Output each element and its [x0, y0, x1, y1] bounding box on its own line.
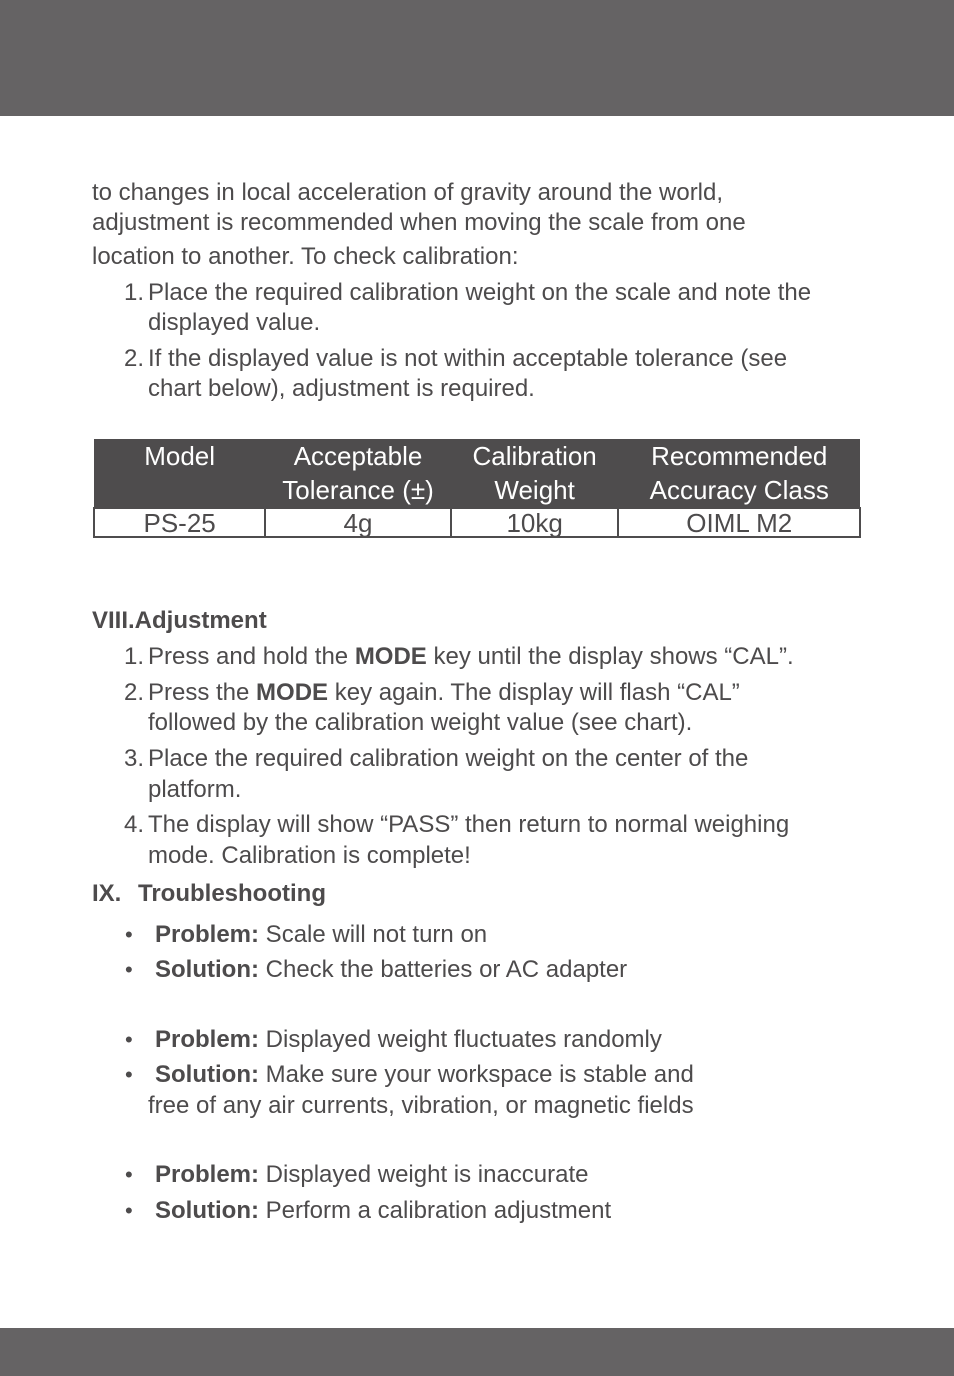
bullet-icon: •: [125, 922, 133, 947]
solution-2-cont: free of any air currents, vibration, or …: [148, 1092, 694, 1119]
table-header-row: Model Acceptable Tolerance (±) Calibratio…: [94, 439, 860, 508]
header-accuracy-class: Recommended Accuracy Class: [618, 439, 860, 508]
intro-line: to changes in local acceleration of grav…: [92, 179, 724, 206]
bullet-icon: •: [125, 1062, 133, 1087]
intro-line: location to another. To check calibratio…: [92, 243, 519, 270]
problem-1: Problem: Scale will not turn on: [155, 921, 488, 948]
bullet-icon: •: [125, 957, 133, 982]
adjust-step-2: Press the MODE key again. The display wi…: [148, 679, 740, 706]
adjust-step-3-cont: platform.: [148, 776, 242, 803]
check-step-1: Place the required calibration weight on…: [148, 279, 812, 306]
step-number: 2.: [124, 345, 145, 372]
header-model: Model: [94, 439, 266, 508]
bullet-icon: •: [125, 1198, 133, 1223]
problem-2: Problem: Displayed weight fluctuates ran…: [155, 1026, 662, 1053]
cell-accuracy-class: OIML M2: [617, 507, 861, 538]
calibration-table: Model Acceptable Tolerance (±) Calibratio…: [92, 439, 861, 538]
bullet-icon: •: [125, 1027, 133, 1052]
problem-3: Problem: Displayed weight is inaccurate: [155, 1161, 589, 1188]
adjust-step-4-cont: mode. Calibration is complete!: [148, 842, 471, 869]
check-step-2-cont: chart below), adjustment is required.: [148, 375, 535, 402]
step-number: 1.: [124, 643, 145, 670]
header-tolerance: Acceptable Tolerance (±): [265, 439, 451, 508]
section-heading-adjustment: VIII.Adjustment: [92, 607, 267, 634]
step-number: 4.: [124, 811, 145, 838]
section-number-troubleshooting: IX.: [92, 880, 122, 907]
solution-3: Solution: Perform a calibration adjustme…: [155, 1197, 612, 1224]
check-step-2: If the displayed value is not within acc…: [148, 345, 788, 372]
cell-model: PS-25: [92, 507, 267, 538]
solution-2: Solution: Make sure your workspace is st…: [155, 1061, 694, 1088]
step-number: 3.: [124, 745, 145, 772]
solution-1: Solution: Check the batteries or AC adap…: [155, 956, 628, 983]
adjust-step-2-cont: followed by the calibration weight value…: [148, 709, 693, 736]
adjust-step-3: Place the required calibration weight on…: [148, 745, 749, 772]
bullet-icon: •: [125, 1162, 133, 1187]
cell-tolerance: 4g: [264, 507, 452, 538]
header-calibration-weight: Calibration Weight: [450, 439, 619, 508]
section-heading-troubleshooting: Troubleshooting: [138, 880, 326, 907]
intro-line: adjustment is recommended when moving th…: [92, 209, 746, 236]
table-row: PS-25 4g 10kg OIML M2: [92, 507, 861, 538]
footer-band: [0, 1328, 954, 1376]
cell-calibration-weight: 10kg: [449, 507, 620, 538]
check-step-1-cont: displayed value.: [148, 309, 321, 336]
header-band: [0, 0, 954, 116]
adjust-step-4: The display will show “PASS” then return…: [148, 811, 790, 838]
step-number: 2.: [124, 679, 145, 706]
step-number: 1.: [124, 279, 145, 306]
adjust-step-1: Press and hold the MODE key until the di…: [148, 643, 794, 670]
